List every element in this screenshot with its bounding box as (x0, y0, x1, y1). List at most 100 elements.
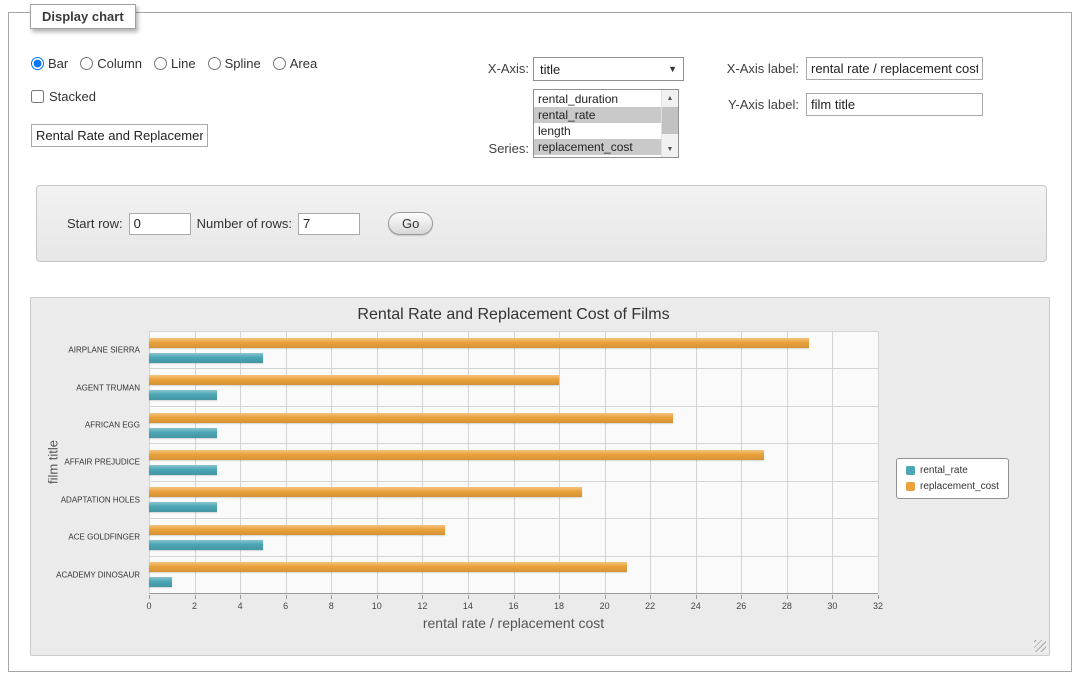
num-rows-label: Number of rows: (197, 216, 292, 231)
series-option-rental_rate[interactable]: rental_rate (534, 107, 661, 123)
bar-replacement_cost (149, 562, 627, 572)
gridline (286, 331, 287, 593)
chart-type-radio-label: Bar (48, 56, 68, 71)
stacked-checkbox[interactable] (31, 90, 44, 103)
series-option-replacement_cost[interactable]: replacement_cost (534, 139, 661, 155)
x-axis-label: X-Axis: (439, 61, 529, 76)
scroll-up-icon[interactable]: ▲ (662, 90, 678, 106)
x-tick-mark (195, 595, 196, 599)
gridline (741, 331, 742, 593)
x-tick-label: 32 (873, 601, 883, 611)
gridline (377, 331, 378, 593)
gridline (878, 331, 879, 593)
gridline (787, 331, 788, 593)
chart-type-radio-spline[interactable] (208, 57, 221, 70)
chart-title-input[interactable] (31, 124, 208, 147)
x-tick-label: 12 (417, 601, 427, 611)
x-axis-label-input[interactable] (806, 57, 983, 80)
chart-type-radio-label: Area (290, 56, 317, 71)
panel-title: Display chart (30, 4, 136, 29)
bar-rental_rate (149, 502, 217, 512)
chart-category-label: AIRPLANE SIERRA (68, 346, 140, 355)
scrollbar-thumb[interactable] (662, 107, 678, 134)
bar-rental_rate (149, 577, 172, 587)
x-tick-mark (422, 595, 423, 599)
gridline (422, 331, 423, 593)
series-option-length[interactable]: length (534, 123, 661, 139)
chart-type-radio-area[interactable] (273, 57, 286, 70)
legend-entry-replacement_cost[interactable]: replacement_cost (906, 481, 999, 492)
x-tick-mark (559, 595, 560, 599)
x-tick-label: 26 (736, 601, 746, 611)
go-button[interactable]: Go (388, 212, 433, 235)
x-tick-mark (240, 595, 241, 599)
x-tick-label: 22 (645, 601, 655, 611)
bar-rental_rate (149, 540, 263, 550)
series-option-rental_duration[interactable]: rental_duration (534, 91, 661, 107)
series-label: Series: (439, 141, 529, 156)
chart-type-option-bar[interactable]: Bar (31, 56, 68, 71)
gridline (605, 331, 606, 593)
chart-x-axis-title: rental rate / replacement cost (149, 615, 878, 631)
gridline (240, 331, 241, 593)
stacked-option[interactable]: Stacked (31, 89, 96, 104)
chart-category-label: ACADEMY DINOSAUR (56, 570, 140, 579)
chart-type-option-line[interactable]: Line (154, 56, 196, 71)
start-row-label: Start row: (67, 216, 123, 231)
bar-replacement_cost (149, 450, 764, 460)
chart-type-radio-label: Column (97, 56, 142, 71)
x-tick-label: 30 (827, 601, 837, 611)
gridline (195, 331, 196, 593)
x-tick-mark (286, 595, 287, 599)
chart-category-label: AGENT TRUMAN (76, 383, 140, 392)
x-tick-mark (468, 595, 469, 599)
chart-type-option-column[interactable]: Column (80, 56, 142, 71)
y-axis-label-input[interactable] (806, 93, 983, 116)
chart-type-radio-line[interactable] (154, 57, 167, 70)
x-tick-mark (149, 595, 150, 599)
gridline (832, 331, 833, 593)
bar-replacement_cost (149, 338, 809, 348)
chart-category-label: AFRICAN EGG (85, 421, 140, 430)
x-tick-mark (787, 595, 788, 599)
x-axis-select[interactable]: title ▼ (533, 57, 684, 81)
chevron-down-icon: ▼ (668, 64, 677, 74)
num-rows-input[interactable] (298, 213, 360, 235)
display-chart-fieldset: Display chart BarColumnLineSplineArea St… (8, 12, 1072, 672)
chart-type-option-spline[interactable]: Spline (208, 56, 261, 71)
row-range-panel: Start row: Number of rows: Go (36, 185, 1047, 262)
x-tick-label: 16 (508, 601, 518, 611)
x-tick-label: 6 (283, 601, 288, 611)
chart-type-option-area[interactable]: Area (273, 56, 317, 71)
legend-label: replacement_cost (920, 481, 999, 492)
x-tick-label: 14 (463, 601, 473, 611)
x-tick-mark (514, 595, 515, 599)
chart-y-axis-title: film title (46, 440, 61, 484)
legend-swatch-icon (906, 482, 915, 491)
gridline (514, 331, 515, 593)
x-tick-mark (605, 595, 606, 599)
chart-type-radio-bar[interactable] (31, 57, 44, 70)
x-axis-selected-value: title (540, 62, 560, 77)
bar-rental_rate (149, 465, 217, 475)
bar-rental_rate (149, 353, 263, 363)
x-axis-label-field-label: X-Axis label: (699, 61, 799, 76)
x-tick-mark (377, 595, 378, 599)
chart-plot: AIRPLANE SIERRAAGENT TRUMANAFRICAN EGGAF… (149, 331, 878, 594)
gridline (149, 331, 150, 593)
gridline (331, 331, 332, 593)
gridline (696, 331, 697, 593)
legend-entry-rental_rate[interactable]: rental_rate (906, 465, 999, 476)
bar-replacement_cost (149, 413, 673, 423)
scroll-down-icon[interactable]: ▼ (662, 141, 678, 157)
chart-type-radio-group: Bar Column Line Spline Area (31, 56, 317, 71)
start-row-input[interactable] (129, 213, 191, 235)
chart-category-label: AFFAIR PREJUDICE (64, 458, 140, 467)
x-tick-label: 18 (554, 601, 564, 611)
chart: Rental Rate and Replacement Cost of Film… (30, 297, 1050, 656)
chart-type-radio-column[interactable] (80, 57, 93, 70)
series-scrollbar[interactable]: ▲ ▼ (661, 90, 678, 157)
series-multiselect[interactable]: rental_durationrental_ratelengthreplacem… (533, 89, 679, 158)
gridline (559, 331, 560, 593)
resize-handle-icon[interactable] (1034, 640, 1046, 652)
